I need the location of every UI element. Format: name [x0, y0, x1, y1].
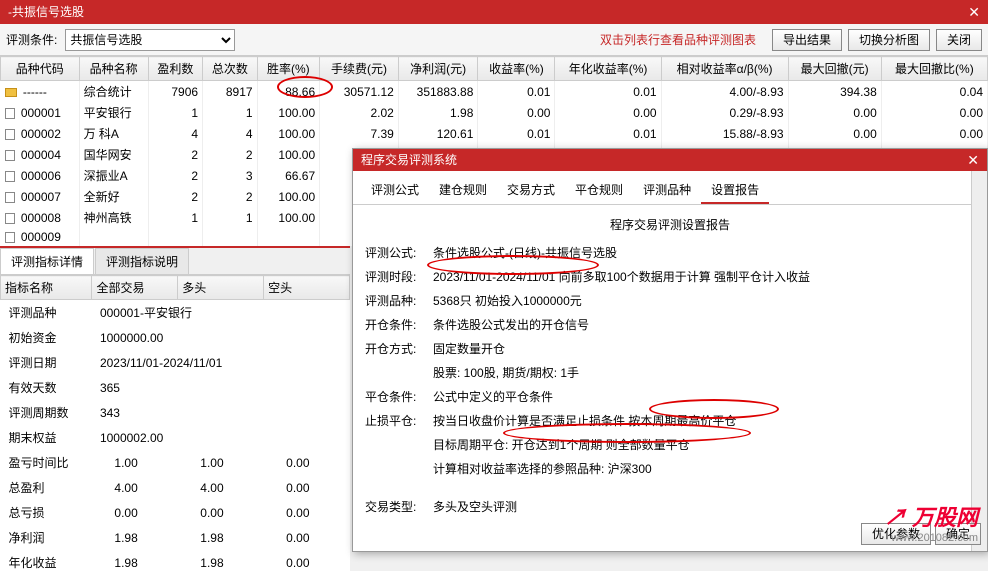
popup-tab[interactable]: 交易方式: [497, 177, 565, 204]
detail-panel: 评测指标详情 评测指标说明 指标名称全部交易多头空头 评测品种000001-平安…: [0, 246, 350, 571]
column-header[interactable]: 净利润(元): [398, 57, 478, 81]
page-icon: [5, 232, 15, 243]
column-header[interactable]: 最大回撤比(%): [881, 57, 987, 81]
detail-column-header: 全部交易: [92, 276, 178, 300]
main-titlebar: -共振信号选股 ✕: [0, 0, 988, 24]
detail-column-header: 指标名称: [1, 276, 92, 300]
scrollbar[interactable]: [971, 171, 987, 551]
detail-row: 盈亏时间比1.001.000.00: [1, 450, 350, 475]
popup-tab[interactable]: 平仓规则: [565, 177, 633, 204]
report-line: 目标周期平仓: 开仓达到1个周期 则全部数量平仓: [365, 433, 975, 457]
watermark-logo: ↗ 万股网: [884, 500, 978, 532]
page-icon: [5, 108, 15, 119]
column-header[interactable]: 总次数: [203, 57, 258, 81]
detail-row: 总亏损0.000.000.00: [1, 500, 350, 525]
report-line: 平仓条件:公式中定义的平仓条件: [365, 385, 975, 409]
popup-body: 程序交易评测设置报告 评测公式:条件选股公式-(日线)-共振信号选股评测时段:2…: [353, 205, 987, 527]
report-line: 股票: 100股, 期货/期权: 1手: [365, 361, 975, 385]
detail-column-header: 多头: [178, 276, 264, 300]
window-title: -共振信号选股: [8, 0, 84, 24]
tab-detail[interactable]: 评测指标详情: [0, 248, 94, 274]
popup-tab[interactable]: 设置报告: [701, 177, 769, 204]
switch-chart-button[interactable]: 切换分析图: [848, 29, 930, 51]
page-icon: [5, 171, 15, 182]
condition-label: 评测条件:: [6, 31, 57, 48]
page-icon: [5, 129, 15, 140]
popup-tab[interactable]: 评测品种: [633, 177, 701, 204]
toolbar: 评测条件: 共振信号选股 双击列表行查看品种评测图表 导出结果 切换分析图 关闭: [0, 24, 988, 56]
page-icon: [5, 150, 15, 161]
column-header[interactable]: 收益率(%): [478, 57, 555, 81]
popup-close-icon[interactable]: ✕: [967, 149, 979, 171]
column-header[interactable]: 盈利数: [148, 57, 203, 81]
popup-tab[interactable]: 评测公式: [361, 177, 429, 204]
detail-row: 总盈利4.004.000.00: [1, 475, 350, 500]
report-dialog: 程序交易评测系统 ✕ 评测公式建仓规则交易方式平仓规则评测品种设置报告 程序交易…: [352, 148, 988, 552]
detail-column-header: 空头: [264, 276, 350, 300]
column-header[interactable]: 手续费(元): [320, 57, 399, 81]
column-header[interactable]: 相对收益率α/β(%): [661, 57, 788, 81]
report-line: 开仓条件:条件选股公式发出的开仓信号: [365, 313, 975, 337]
column-header[interactable]: 年化收益率(%): [555, 57, 661, 81]
report-line: 评测时段:2023/11/01-2024/11/01 向前多取100个数据用于计…: [365, 265, 975, 289]
detail-row: 有效天数365: [1, 375, 350, 400]
detail-row: 评测周期数343: [1, 400, 350, 425]
page-icon: [5, 192, 15, 203]
detail-row: 期末权益1000002.00: [1, 425, 350, 450]
report-line: 开仓方式:固定数量开仓: [365, 337, 975, 361]
detail-table: 指标名称全部交易多头空头 评测品种000001-平安银行初始资金1000000.…: [0, 275, 350, 571]
watermark: ↗ 万股网 www.201082.com: [884, 500, 978, 544]
detail-row: 净利润1.981.980.00: [1, 525, 350, 550]
report-heading: 程序交易评测设置报告: [365, 213, 975, 237]
detail-row: 评测品种000001-平安银行: [1, 300, 350, 326]
report-line: 评测品种:5368只 初始投入1000000元: [365, 289, 975, 313]
folder-icon: [5, 88, 17, 97]
detail-row: 初始资金1000000.00: [1, 325, 350, 350]
watermark-url: www.201082.com: [884, 532, 978, 544]
popup-tabs: 评测公式建仓规则交易方式平仓规则评测品种设置报告: [353, 171, 987, 205]
column-header[interactable]: 最大回撤(元): [788, 57, 881, 81]
detail-row: 评测日期2023/11/01-2024/11/01: [1, 350, 350, 375]
table-row[interactable]: ------综合统计7906891788.6630571.12351883.88…: [1, 81, 988, 103]
report-line: 评测公式:条件选股公式-(日线)-共振信号选股: [365, 241, 975, 265]
table-row[interactable]: 000001平安银行11100.002.021.980.000.000.29/-…: [1, 102, 988, 123]
column-header[interactable]: 胜率(%): [257, 57, 320, 81]
popup-title: 程序交易评测系统: [361, 149, 457, 171]
page-icon: [5, 213, 15, 224]
export-button[interactable]: 导出结果: [772, 29, 842, 51]
detail-row: 年化收益1.981.980.00: [1, 550, 350, 571]
table-row[interactable]: 000002万 科A44100.007.39120.610.010.0115.8…: [1, 123, 988, 144]
toolbar-hint: 双击列表行查看品种评测图表: [600, 31, 756, 48]
close-icon[interactable]: ✕: [968, 0, 980, 24]
report-line: 计算相对收益率选择的参照品种: 沪深300: [365, 457, 975, 481]
column-header[interactable]: 品种名称: [79, 57, 148, 81]
column-header[interactable]: 品种代码: [1, 57, 80, 81]
report-line: 止损平仓:按当日收盘价计算是否满足止损条件 按本周期最高价平仓: [365, 409, 975, 433]
popup-tab[interactable]: 建仓规则: [429, 177, 497, 204]
close-button[interactable]: 关闭: [936, 29, 982, 51]
condition-select[interactable]: 共振信号选股: [65, 29, 235, 51]
tab-explain[interactable]: 评测指标说明: [95, 248, 189, 274]
